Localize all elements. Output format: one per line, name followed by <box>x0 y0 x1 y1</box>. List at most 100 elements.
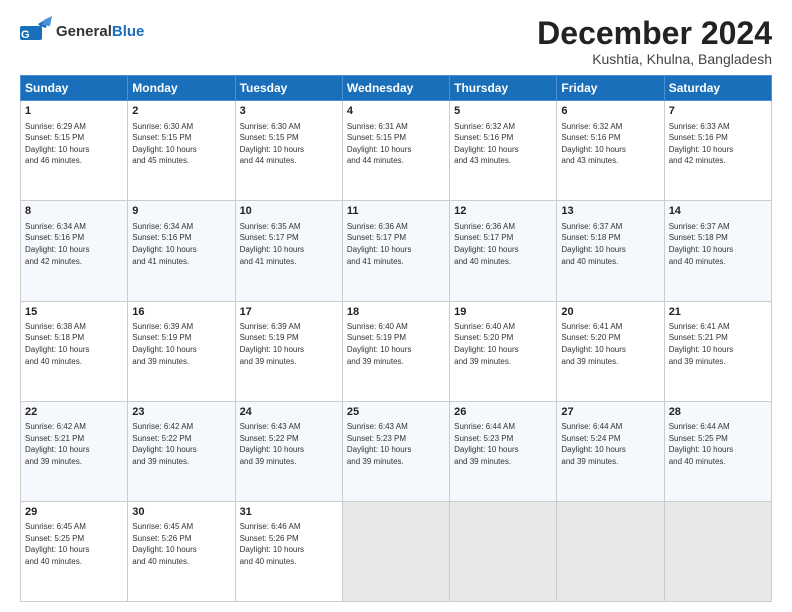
calendar-cell: 30Sunrise: 6:45 AM Sunset: 5:26 PM Dayli… <box>128 501 235 601</box>
day-info: Sunrise: 6:36 AM Sunset: 5:17 PM Dayligh… <box>454 221 552 267</box>
day-number: 3 <box>240 104 338 119</box>
calendar-cell: 4Sunrise: 6:31 AM Sunset: 5:15 PM Daylig… <box>342 101 449 201</box>
calendar-cell: 22Sunrise: 6:42 AM Sunset: 5:21 PM Dayli… <box>21 401 128 501</box>
day-info: Sunrise: 6:41 AM Sunset: 5:20 PM Dayligh… <box>561 321 659 367</box>
day-number: 23 <box>132 405 230 420</box>
header: G GeneralBlue December 2024 Kushtia, Khu… <box>20 16 772 67</box>
calendar-cell: 28Sunrise: 6:44 AM Sunset: 5:25 PM Dayli… <box>664 401 771 501</box>
logo-general: General <box>56 23 112 40</box>
day-info: Sunrise: 6:44 AM Sunset: 5:24 PM Dayligh… <box>561 421 659 467</box>
page: G GeneralBlue December 2024 Kushtia, Khu… <box>0 0 792 612</box>
calendar-cell: 13Sunrise: 6:37 AM Sunset: 5:18 PM Dayli… <box>557 201 664 301</box>
calendar-cell: 21Sunrise: 6:41 AM Sunset: 5:21 PM Dayli… <box>664 301 771 401</box>
day-info: Sunrise: 6:46 AM Sunset: 5:26 PM Dayligh… <box>240 521 338 567</box>
day-info: Sunrise: 6:37 AM Sunset: 5:18 PM Dayligh… <box>669 221 767 267</box>
day-info: Sunrise: 6:36 AM Sunset: 5:17 PM Dayligh… <box>347 221 445 267</box>
day-number: 1 <box>25 104 123 119</box>
day-info: Sunrise: 6:45 AM Sunset: 5:26 PM Dayligh… <box>132 521 230 567</box>
logo: G GeneralBlue <box>20 16 144 48</box>
page-title: December 2024 <box>537 16 772 51</box>
calendar-cell: 15Sunrise: 6:38 AM Sunset: 5:18 PM Dayli… <box>21 301 128 401</box>
calendar-cell: 18Sunrise: 6:40 AM Sunset: 5:19 PM Dayli… <box>342 301 449 401</box>
calendar-cell: 20Sunrise: 6:41 AM Sunset: 5:20 PM Dayli… <box>557 301 664 401</box>
calendar-cell: 23Sunrise: 6:42 AM Sunset: 5:22 PM Dayli… <box>128 401 235 501</box>
day-info: Sunrise: 6:42 AM Sunset: 5:22 PM Dayligh… <box>132 421 230 467</box>
day-info: Sunrise: 6:43 AM Sunset: 5:22 PM Dayligh… <box>240 421 338 467</box>
col-tuesday: Tuesday <box>235 76 342 101</box>
day-number: 11 <box>347 204 445 219</box>
calendar-cell: 31Sunrise: 6:46 AM Sunset: 5:26 PM Dayli… <box>235 501 342 601</box>
day-number: 2 <box>132 104 230 119</box>
day-info: Sunrise: 6:34 AM Sunset: 5:16 PM Dayligh… <box>132 221 230 267</box>
day-number: 26 <box>454 405 552 420</box>
day-number: 18 <box>347 305 445 320</box>
day-info: Sunrise: 6:33 AM Sunset: 5:16 PM Dayligh… <box>669 121 767 167</box>
calendar-cell: 12 Sunrise: 6:36 AM Sunset: 5:17 PM Dayli… <box>450 201 557 301</box>
day-info: Sunrise: 6:34 AM Sunset: 5:16 PM Dayligh… <box>25 221 123 267</box>
day-info: Sunrise: 6:43 AM Sunset: 5:23 PM Dayligh… <box>347 421 445 467</box>
day-info: Sunrise: 6:32 AM Sunset: 5:16 PM Dayligh… <box>454 121 552 167</box>
day-number: 30 <box>132 505 230 520</box>
page-subtitle: Kushtia, Khulna, Bangladesh <box>537 51 772 67</box>
day-number: 14 <box>669 204 767 219</box>
day-number: 4 <box>347 104 445 119</box>
day-number: 16 <box>132 305 230 320</box>
logo-icon: G <box>20 16 52 48</box>
day-number: 19 <box>454 305 552 320</box>
title-block: December 2024 Kushtia, Khulna, Banglades… <box>537 16 772 67</box>
day-number: 22 <box>25 405 123 420</box>
calendar-cell: 11 Sunrise: 6:36 AM Sunset: 5:17 PM Dayli… <box>342 201 449 301</box>
calendar: Sunday Monday Tuesday Wednesday Thursday… <box>20 75 772 602</box>
day-info: Sunrise: 6:35 AM Sunset: 5:17 PM Dayligh… <box>240 221 338 267</box>
calendar-cell: 16Sunrise: 6:39 AM Sunset: 5:19 PM Dayli… <box>128 301 235 401</box>
col-friday: Friday <box>557 76 664 101</box>
day-info: Sunrise: 6:44 AM Sunset: 5:25 PM Dayligh… <box>669 421 767 467</box>
day-info: Sunrise: 6:38 AM Sunset: 5:18 PM Dayligh… <box>25 321 123 367</box>
day-number: 8 <box>25 204 123 219</box>
day-info: Sunrise: 6:44 AM Sunset: 5:23 PM Dayligh… <box>454 421 552 467</box>
day-info: Sunrise: 6:41 AM Sunset: 5:21 PM Dayligh… <box>669 321 767 367</box>
calendar-cell <box>557 501 664 601</box>
calendar-week-row: 1Sunrise: 6:29 AM Sunset: 5:15 PM Daylig… <box>21 101 772 201</box>
day-number: 31 <box>240 505 338 520</box>
day-info: Sunrise: 6:42 AM Sunset: 5:21 PM Dayligh… <box>25 421 123 467</box>
day-number: 25 <box>347 405 445 420</box>
calendar-cell: 26Sunrise: 6:44 AM Sunset: 5:23 PM Dayli… <box>450 401 557 501</box>
calendar-cell: 8 Sunrise: 6:34 AM Sunset: 5:16 PM Daylig… <box>21 201 128 301</box>
day-info: Sunrise: 6:45 AM Sunset: 5:25 PM Dayligh… <box>25 521 123 567</box>
calendar-cell: 17Sunrise: 6:39 AM Sunset: 5:19 PM Dayli… <box>235 301 342 401</box>
calendar-cell <box>342 501 449 601</box>
day-number: 27 <box>561 405 659 420</box>
day-number: 29 <box>25 505 123 520</box>
day-info: Sunrise: 6:39 AM Sunset: 5:19 PM Dayligh… <box>132 321 230 367</box>
col-sunday: Sunday <box>21 76 128 101</box>
calendar-table: Sunday Monday Tuesday Wednesday Thursday… <box>20 75 772 602</box>
day-number: 7 <box>669 104 767 119</box>
calendar-cell: 2Sunrise: 6:30 AM Sunset: 5:15 PM Daylig… <box>128 101 235 201</box>
calendar-cell <box>664 501 771 601</box>
col-saturday: Saturday <box>664 76 771 101</box>
calendar-cell: 1Sunrise: 6:29 AM Sunset: 5:15 PM Daylig… <box>21 101 128 201</box>
col-wednesday: Wednesday <box>342 76 449 101</box>
day-number: 21 <box>669 305 767 320</box>
col-monday: Monday <box>128 76 235 101</box>
day-number: 10 <box>240 204 338 219</box>
calendar-cell: 10 Sunrise: 6:35 AM Sunset: 5:17 PM Dayli… <box>235 201 342 301</box>
calendar-cell: 27Sunrise: 6:44 AM Sunset: 5:24 PM Dayli… <box>557 401 664 501</box>
day-number: 24 <box>240 405 338 420</box>
logo-blue: Blue <box>112 23 145 40</box>
calendar-cell: 19Sunrise: 6:40 AM Sunset: 5:20 PM Dayli… <box>450 301 557 401</box>
calendar-cell: 5Sunrise: 6:32 AM Sunset: 5:16 PM Daylig… <box>450 101 557 201</box>
day-info: Sunrise: 6:37 AM Sunset: 5:18 PM Dayligh… <box>561 221 659 267</box>
calendar-cell: 25Sunrise: 6:43 AM Sunset: 5:23 PM Dayli… <box>342 401 449 501</box>
day-info: Sunrise: 6:39 AM Sunset: 5:19 PM Dayligh… <box>240 321 338 367</box>
calendar-cell: 29Sunrise: 6:45 AM Sunset: 5:25 PM Dayli… <box>21 501 128 601</box>
calendar-header-row: Sunday Monday Tuesday Wednesday Thursday… <box>21 76 772 101</box>
day-info: Sunrise: 6:40 AM Sunset: 5:19 PM Dayligh… <box>347 321 445 367</box>
day-number: 15 <box>25 305 123 320</box>
day-number: 12 <box>454 204 552 219</box>
calendar-cell <box>450 501 557 601</box>
calendar-week-row: 15Sunrise: 6:38 AM Sunset: 5:18 PM Dayli… <box>21 301 772 401</box>
calendar-week-row: 22Sunrise: 6:42 AM Sunset: 5:21 PM Dayli… <box>21 401 772 501</box>
calendar-cell: 3Sunrise: 6:30 AM Sunset: 5:15 PM Daylig… <box>235 101 342 201</box>
